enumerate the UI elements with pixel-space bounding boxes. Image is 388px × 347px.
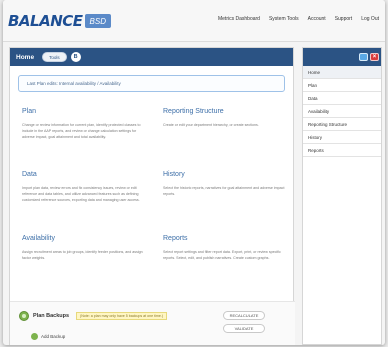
nav-system-tools[interactable]: System Tools <box>269 16 299 22</box>
last-edit-notice: Last Plan edits: Internal availability /… <box>18 75 285 92</box>
nav-metrics-dashboard[interactable]: Metrics Dashboard <box>218 16 260 22</box>
section-plan[interactable]: Plan Change or review information for cu… <box>22 108 147 140</box>
add-backup-icon[interactable] <box>31 333 38 340</box>
section-title[interactable]: Data <box>22 171 147 178</box>
close-icon[interactable]: × <box>370 53 379 61</box>
tools-pill-button[interactable]: Tools <box>42 52 67 62</box>
plan-backups: Plan Backups (Note: a plan may only have… <box>10 301 295 345</box>
plan-backups-note: (Note: a plan may only have 5 backups at… <box>76 312 168 320</box>
sidebar-header: × <box>303 48 381 66</box>
section-history[interactable]: History Select the historic reports, nar… <box>163 171 288 197</box>
sidebar-item-reports[interactable]: Reports <box>303 144 381 157</box>
section-title[interactable]: Plan <box>22 108 147 115</box>
section-text: Assign recruitment areas to job groups, … <box>22 250 143 260</box>
logo[interactable]: BALANCE BSD <box>8 12 111 30</box>
section-text: Select the historic reports, narratives … <box>163 186 285 196</box>
sidebar-item-history[interactable]: History <box>303 131 381 144</box>
sidebar-item-availability[interactable]: Availability <box>303 105 381 118</box>
sidebar-item-reporting-structure[interactable]: Reporting Structure <box>303 118 381 131</box>
section-availability[interactable]: Availability Assign recruitment areas to… <box>22 235 147 261</box>
nav-account[interactable]: Account <box>308 16 326 22</box>
sidebar-item-home[interactable]: Home <box>303 66 381 79</box>
page-title: Home <box>16 53 35 61</box>
right-sidebar: × Home Plan Data Availability Reporting … <box>302 47 382 345</box>
round-button[interactable]: B <box>70 52 81 62</box>
plan-backups-title: Plan Backups <box>33 313 70 319</box>
minimize-icon[interactable] <box>359 53 368 61</box>
app-window: BALANCE BSD Metrics Dashboard System Too… <box>3 0 385 345</box>
validate-button[interactable]: VALIDATE <box>223 324 265 333</box>
section-text: Select report settings and filter report… <box>163 250 281 260</box>
section-title[interactable]: Reports <box>163 235 288 242</box>
section-text: Import plan data, review errors and fix … <box>22 186 140 202</box>
add-backup-link[interactable]: Add Backup <box>41 334 65 339</box>
section-title[interactable]: History <box>163 171 288 178</box>
section-title[interactable]: Availability <box>22 235 147 242</box>
section-reporting-structure[interactable]: Reporting Structure Create or edit your … <box>163 108 288 128</box>
section-data[interactable]: Data Import plan data, review errors and… <box>22 171 147 203</box>
sidebar-item-plan[interactable]: Plan <box>303 79 381 92</box>
section-title[interactable]: Reporting Structure <box>163 108 288 115</box>
top-header: BALANCE BSD Metrics Dashboard System Too… <box>3 0 385 42</box>
sidebar-item-data[interactable]: Data <box>303 92 381 105</box>
main-panel: Home Tools B Last Plan edits: Internal a… <box>9 47 295 345</box>
nav-support[interactable]: Support <box>335 16 353 22</box>
recalculate-button[interactable]: RECALCULATE <box>223 311 265 320</box>
top-nav: Metrics Dashboard System Tools Account S… <box>218 16 379 22</box>
section-text: Create or edit your department hierarchy… <box>163 123 259 127</box>
main-panel-header: Home Tools B <box>10 48 293 66</box>
section-text: Change or review information for current… <box>22 123 141 139</box>
section-reports[interactable]: Reports Select report settings and filte… <box>163 235 288 261</box>
backup-icon <box>19 311 29 321</box>
nav-log-out[interactable]: Log Out <box>361 16 379 22</box>
